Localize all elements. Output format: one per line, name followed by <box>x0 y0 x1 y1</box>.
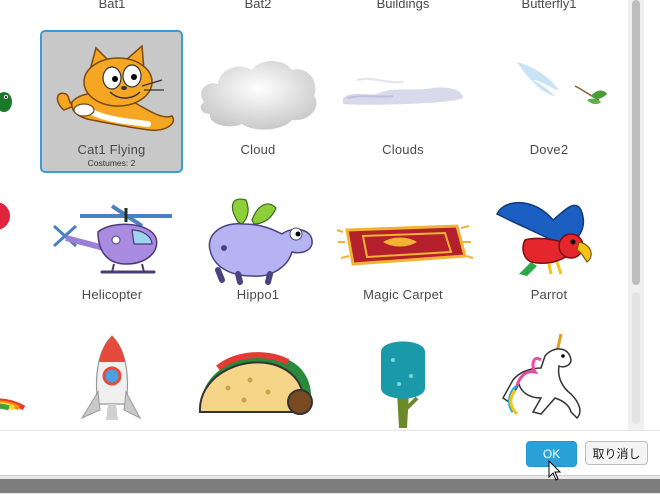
helicopter-thumbnail <box>52 204 172 274</box>
sprite-name-label: Helicopter <box>81 287 143 302</box>
sprite-tile-tree[interactable] <box>333 330 473 430</box>
sprite-tile-unicorn[interactable] <box>479 330 619 430</box>
cloud-thumbnail <box>200 61 317 130</box>
sprite-label-buildings[interactable]: Buildings <box>333 0 473 11</box>
sprite-tile-magic-carpet[interactable]: Magic Carpet <box>333 178 473 318</box>
sprite-tile-cloud[interactable]: Cloud <box>188 32 328 172</box>
cat1-flying-thumbnail <box>56 44 175 132</box>
sprite-tile-rocketship[interactable] <box>42 330 182 430</box>
sprite-label-bat2[interactable]: Bat2 <box>188 0 328 11</box>
costume-count-label: Costumes: 2 <box>87 158 136 168</box>
sprite-tile-clouds[interactable]: Clouds <box>333 32 473 172</box>
parrot-thumbnail <box>495 201 592 276</box>
sprite-tile-dove2[interactable]: Dove2 <box>479 32 619 172</box>
hippo1-thumbnail <box>208 198 313 285</box>
sprite-name-label: Clouds <box>382 142 424 157</box>
dove2-thumbnail <box>517 62 607 105</box>
sprite-tile-parrot[interactable]: Parrot <box>479 178 619 318</box>
sprite-label-butterfly1[interactable]: Butterfly1 <box>479 0 619 11</box>
scrollbar-thumb[interactable] <box>632 0 640 285</box>
mouse-cursor-icon <box>548 460 562 481</box>
sprite-tile-taco[interactable] <box>188 330 328 430</box>
sprite-tile-helicopter[interactable]: Helicopter <box>42 178 182 318</box>
sprite-library-dialog: Bat1 Bat2 Buildings Butterfly1 Cat1 Flyi… <box>0 0 660 494</box>
sprite-name-label: Magic Carpet <box>363 287 443 302</box>
taco-thumbnail <box>198 352 313 415</box>
sprite-name-label: Dove2 <box>529 142 569 157</box>
sprite-tile-hippo1[interactable]: Hippo1 <box>188 178 328 318</box>
sprite-grid[interactable]: Bat1 Bat2 Buildings Butterfly1 Cat1 Flyi… <box>0 0 628 430</box>
tree-thumbnail <box>381 341 425 428</box>
sprite-name-label: Parrot <box>530 287 568 302</box>
scrollbar-lower-track[interactable] <box>632 292 640 424</box>
unicorn-thumbnail <box>502 333 581 420</box>
clouds-thumbnail <box>343 77 463 105</box>
magic-carpet-thumbnail <box>336 224 473 266</box>
sprite-tile-cat1-flying[interactable]: Cat1 Flying Costumes: 2 <box>40 30 183 173</box>
sprite-name-label: Cloud <box>240 142 276 157</box>
dialog-right-edge <box>644 0 660 430</box>
sprite-name-label: Hippo1 <box>236 287 280 302</box>
cancel-button[interactable]: 取り消し <box>585 441 648 465</box>
rainbow-sprite-partial[interactable] <box>0 352 26 412</box>
rocketship-thumbnail <box>80 335 142 420</box>
partial-sprite-left-2[interactable] <box>0 193 14 239</box>
partial-sprite-left-1[interactable] <box>0 80 14 120</box>
sprite-label-bat1[interactable]: Bat1 <box>42 0 182 11</box>
sprite-name-label: Cat1 Flying <box>77 142 146 157</box>
